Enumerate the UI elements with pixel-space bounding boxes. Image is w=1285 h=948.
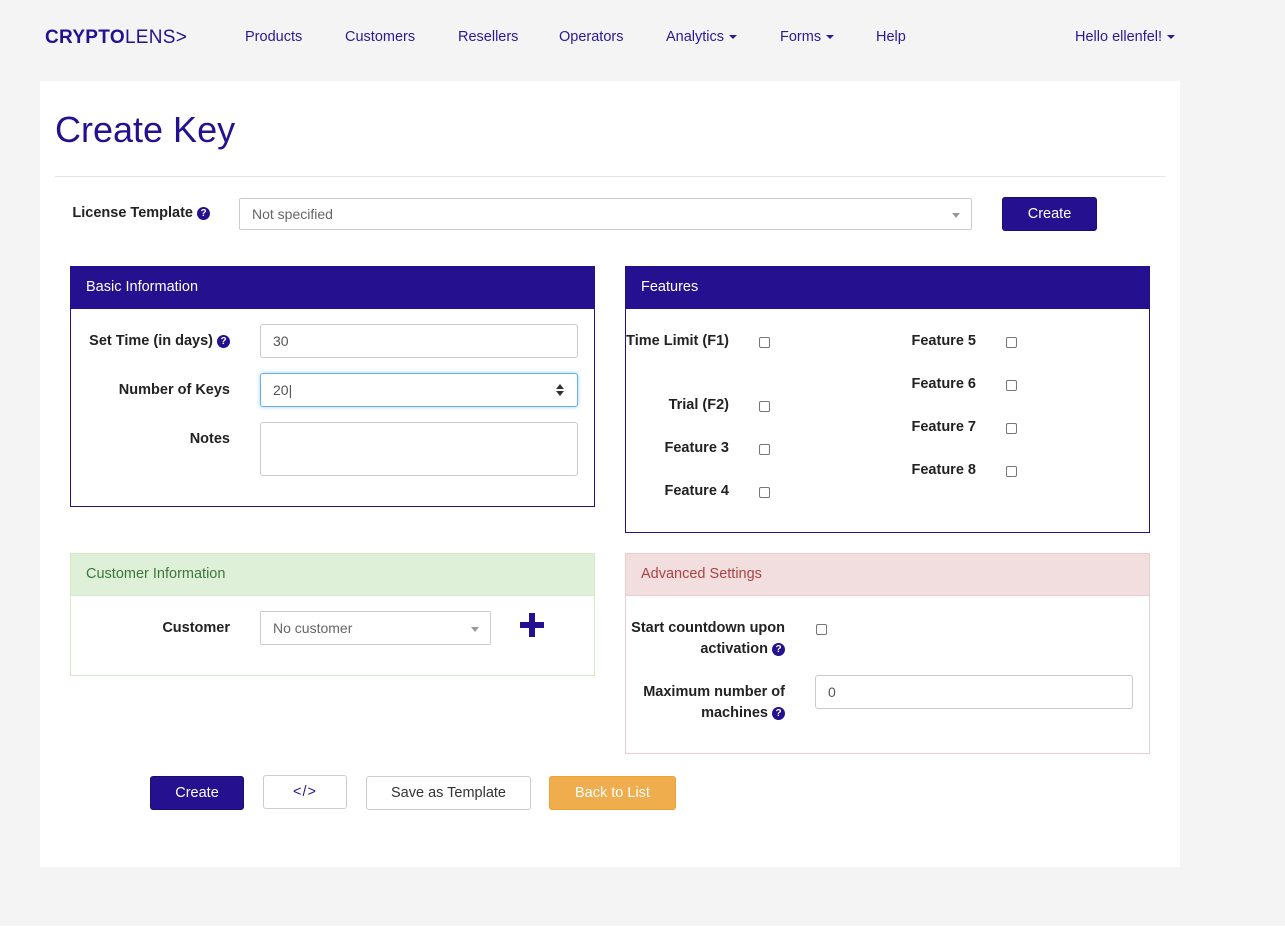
caret-down-icon [826, 35, 835, 40]
nav-products[interactable]: Products [245, 29, 302, 45]
help-icon[interactable]: ? [197, 207, 210, 220]
nav-operators[interactable]: Operators [559, 29, 623, 45]
feature-label-f2: Trial (F2) [668, 397, 729, 413]
number-of-keys-label: Number of Keys [118, 382, 230, 398]
brand-logo[interactable]: CRYPTOLENS> [45, 27, 187, 49]
panel-heading: Features [626, 267, 1149, 309]
start-countdown-label: Start countdown upon activation? [631, 620, 785, 657]
footer [0, 926, 1285, 948]
basic-information-panel: Basic Information Set Time (in days)? 30… [70, 266, 595, 507]
divider [55, 176, 1165, 177]
feature-label-f4: Feature 4 [664, 483, 729, 499]
nav-help[interactable]: Help [876, 29, 906, 45]
panel-heading: Advanced Settings [626, 554, 1149, 596]
help-icon[interactable]: ? [772, 707, 785, 720]
feature-checkbox-f3[interactable] [759, 444, 770, 455]
feature-label-f6: Feature 6 [911, 376, 976, 392]
panel-heading: Basic Information [71, 267, 594, 309]
user-menu-dropdown[interactable]: Hello ellenfel! [1075, 29, 1176, 45]
page-title: Create Key [55, 109, 236, 150]
features-panel: Features Time Limit (F1) Trial (F2) Feat… [625, 266, 1150, 533]
save-as-template-button[interactable]: Save as Template [366, 776, 531, 810]
notes-textarea[interactable] [260, 422, 578, 476]
chevron-down-icon [471, 627, 479, 632]
feature-checkbox-f5[interactable] [1006, 337, 1017, 348]
notes-label: Notes [189, 431, 230, 447]
max-machines-label: Maximum number of machines? [643, 684, 785, 721]
feature-label-f5: Feature 5 [911, 333, 976, 349]
customer-information-panel: Customer Information Customer No custome… [70, 553, 595, 676]
help-icon[interactable]: ? [772, 643, 785, 656]
help-icon[interactable]: ? [217, 335, 230, 348]
spinner-icon[interactable] [556, 384, 564, 398]
feature-label-f7: Feature 7 [911, 419, 976, 435]
panel-heading: Customer Information [71, 554, 594, 596]
add-customer-icon[interactable] [520, 613, 544, 637]
back-to-list-button[interactable]: Back to List [549, 776, 676, 810]
caret-down-icon [729, 35, 738, 40]
nav-resellers[interactable]: Resellers [458, 29, 518, 45]
feature-checkbox-f7[interactable] [1006, 423, 1017, 434]
nav-forms-dropdown[interactable]: Forms [780, 29, 835, 45]
caret-down-icon [1167, 35, 1176, 40]
customer-label: Customer [162, 620, 230, 636]
feature-checkbox-f6[interactable] [1006, 380, 1017, 391]
top-navbar: CRYPTOLENS> Products Customers Resellers… [0, 0, 1285, 74]
chevron-down-icon [952, 213, 960, 218]
number-of-keys-input[interactable]: 20| [260, 373, 578, 407]
create-button[interactable]: Create [150, 776, 244, 810]
license-template-select[interactable]: Not specified [239, 198, 972, 230]
nav-analytics-dropdown[interactable]: Analytics [666, 29, 738, 45]
code-button[interactable]: </> [263, 775, 347, 809]
feature-label-f1: Time Limit (F1) [626, 333, 729, 349]
feature-label-f8: Feature 8 [911, 462, 976, 478]
max-machines-input[interactable]: 0 [815, 675, 1133, 709]
advanced-settings-panel: Advanced Settings Start countdown upon a… [625, 553, 1150, 754]
license-template-label: License Template? [55, 203, 210, 224]
start-countdown-checkbox[interactable] [816, 624, 827, 635]
feature-checkbox-f1[interactable] [759, 337, 770, 348]
set-time-input[interactable]: 30 [260, 324, 578, 358]
customer-select[interactable]: No customer [260, 611, 491, 645]
template-create-button[interactable]: Create [1002, 197, 1097, 231]
feature-checkbox-f8[interactable] [1006, 466, 1017, 477]
feature-checkbox-f4[interactable] [759, 487, 770, 498]
feature-label-f3: Feature 3 [664, 440, 729, 456]
nav-customers[interactable]: Customers [345, 29, 415, 45]
main-card: Create Key License Template? Not specifi… [40, 81, 1180, 867]
feature-checkbox-f2[interactable] [759, 401, 770, 412]
set-time-label: Set Time (in days)? [71, 331, 230, 352]
